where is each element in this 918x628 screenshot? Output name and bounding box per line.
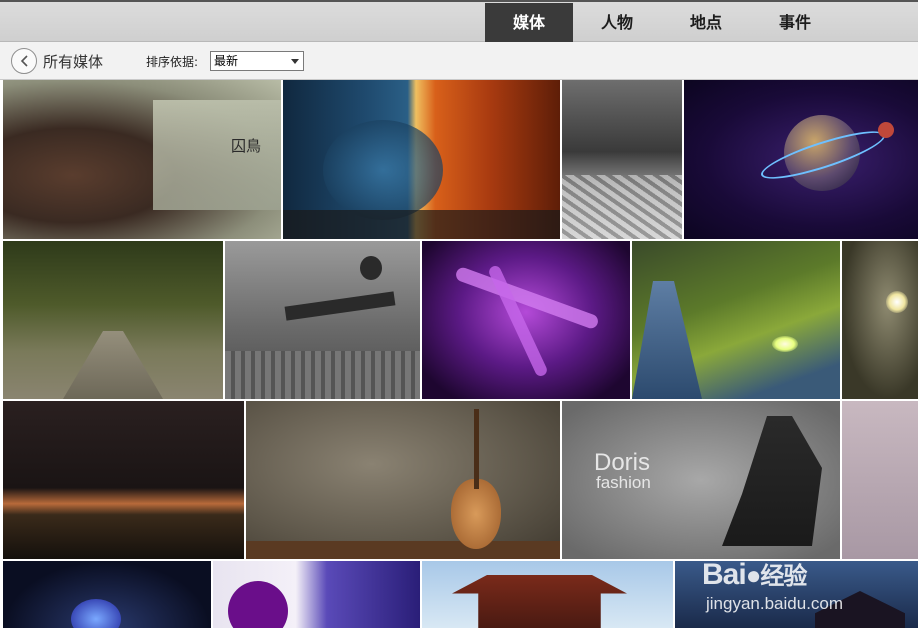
thumbnail-shape [474,409,479,489]
thumbnail-shape [451,479,501,549]
tab-places[interactable]: 地点 [662,3,750,42]
watermark-url: jingyan.baidu.com [706,594,844,613]
thumbnail-caption: 囚鳥 [231,138,262,155]
media-thumbnail[interactable] [684,80,918,239]
tab-events[interactable]: 事件 [751,3,839,42]
media-thumbnail[interactable] [422,241,630,399]
thumbnail-shape [225,351,420,399]
media-thumbnail[interactable] [842,401,918,559]
breadcrumb: 所有媒体 [43,53,104,71]
thumbnail-shape [487,264,549,378]
thumbnail-shape [878,122,894,138]
thumbnail-shape [632,281,702,399]
watermark-brand: Bai●经验 [702,556,807,592]
media-thumbnail[interactable] [213,561,420,628]
thumbnail-shape [228,581,288,628]
media-thumbnail[interactable]: Doris fashion [562,401,840,559]
thumbnail-shape [283,210,560,239]
media-thumbnail[interactable] [3,241,223,399]
thumbnail-shape [284,291,396,321]
thumbnail-shape [452,575,627,628]
thumbnail-shape [722,416,822,546]
watermark-brand-text: Bai [702,558,747,591]
media-grid: 囚鳥 Doris fashion Bai●经验 jingyan.baidu.co… [0,80,918,628]
media-thumbnail[interactable] [3,561,211,628]
thumbnail-shape [454,265,600,331]
media-thumbnail[interactable] [225,241,420,399]
chevron-left-icon [20,55,28,67]
thumbnail-shape [886,291,908,313]
watermark: Bai●经验 jingyan.baidu.com [702,556,912,622]
thumbnail-shape [323,120,443,220]
media-thumbnail[interactable] [246,401,560,559]
thumbnail-shape [153,100,281,210]
media-thumbnail[interactable] [422,561,673,628]
media-thumbnail[interactable] [562,80,682,239]
sort-selected-value: 最新 [214,54,239,68]
media-thumbnail[interactable]: 囚鳥 [3,80,281,239]
watermark-brand-suffix: 经验 [760,563,807,590]
thumbnail-shape [246,541,560,559]
back-button[interactable] [11,48,37,74]
sort-label: 排序依据: [146,55,199,69]
media-thumbnail[interactable] [632,241,840,399]
thumbnail-shape [360,256,382,280]
thumbnail-subcaption: fashion [596,473,651,492]
toolbar: 所有媒体 排序依据: 最新 [0,42,918,80]
sort-dropdown[interactable]: 最新 [210,51,304,71]
chevron-down-icon [291,59,299,64]
thumbnail-shape [562,175,682,239]
paw-icon: ● [745,560,762,590]
tab-media[interactable]: 媒体 [485,3,573,42]
media-thumbnail[interactable] [3,401,244,559]
media-thumbnail[interactable] [283,80,560,239]
tab-bar: 媒体 人物 地点 事件 [0,2,918,42]
thumbnail-shape [772,336,798,352]
thumbnail-shape [63,331,163,399]
tab-people[interactable]: 人物 [573,3,661,42]
media-thumbnail[interactable] [842,241,918,399]
thumbnail-shape [71,599,121,628]
